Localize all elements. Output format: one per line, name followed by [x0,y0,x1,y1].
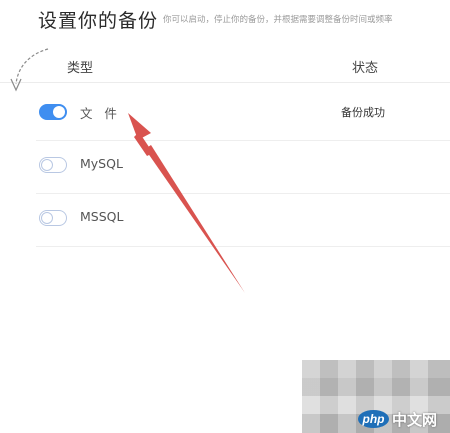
page-title: 设置你的备份 [38,10,159,32]
backup-row-mssql: MSSQL [36,193,450,247]
row-label-mysql: MySQL [80,156,123,171]
mssql-backup-toggle[interactable] [39,210,67,226]
watermark-text: 中文网 [392,411,438,429]
mysql-backup-toggle[interactable] [39,157,67,173]
backup-row-file: 文 件 备份成功 [36,87,450,141]
row-status-file: 备份成功 [341,106,385,119]
column-header-type: 类型 [67,61,94,76]
toggle-knob [41,159,53,171]
php-logo-icon: php [358,410,389,428]
page-subtitle: 你可以启动，停止你的备份，并根据需要调整备份时间或频率 [163,15,393,25]
row-label-file: 文 件 [80,106,117,121]
table-header: 类型 状态 [0,50,450,83]
backup-row-mysql: MySQL [36,140,450,194]
toggle-knob [41,212,53,224]
column-header-status: 状态 [352,61,379,76]
row-label-mssql: MSSQL [80,209,124,224]
toggle-knob [53,106,65,118]
file-backup-toggle[interactable] [39,104,67,120]
site-watermark: php 中文网 [358,408,446,430]
